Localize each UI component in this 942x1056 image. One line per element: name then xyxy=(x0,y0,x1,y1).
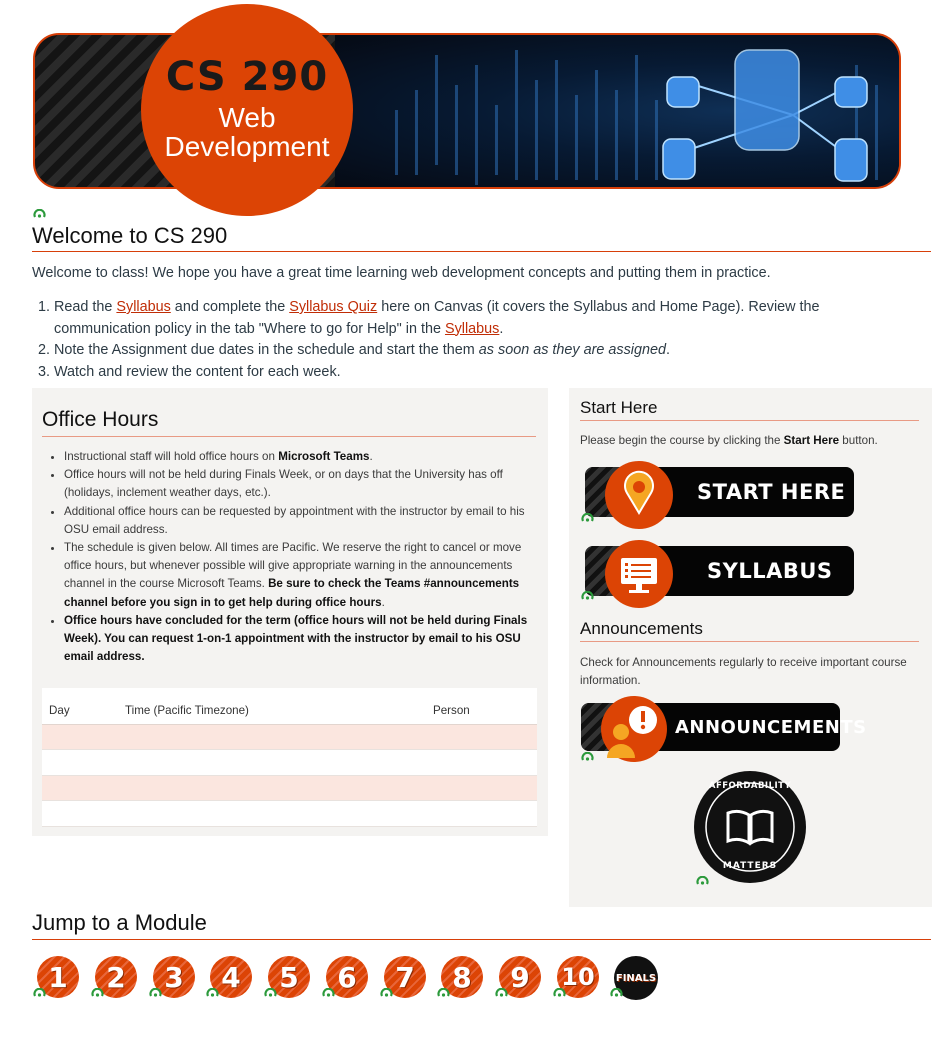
reload-icon[interactable] xyxy=(264,988,277,998)
reload-icon[interactable] xyxy=(33,209,46,219)
table-row xyxy=(42,800,537,827)
reload-icon[interactable] xyxy=(581,752,594,762)
affordability-bottom-text: MATTERS xyxy=(722,861,778,871)
reload-icon[interactable] xyxy=(696,876,709,886)
reload-icon[interactable] xyxy=(206,988,219,998)
list-item: Office hours will not be held during Fin… xyxy=(64,466,534,502)
welcome-intro: Welcome to class! We hope you have a gre… xyxy=(32,265,771,281)
syllabus-quiz-link[interactable]: Syllabus Quiz xyxy=(289,299,377,315)
start-here-heading: Start Here xyxy=(580,398,658,417)
start-here-panel: Start Here Please begin the course by cl… xyxy=(569,388,932,907)
office-hours-divider xyxy=(42,436,536,437)
step-item: 1. Read the Syllabus and complete the Sy… xyxy=(38,299,820,337)
reload-icon[interactable] xyxy=(553,988,566,998)
reload-icon[interactable] xyxy=(322,988,335,998)
map-pin-icon xyxy=(605,461,673,529)
course-badge: CS 290 Web Development xyxy=(141,4,353,216)
reload-icon[interactable] xyxy=(581,591,594,601)
reload-icon[interactable] xyxy=(91,988,104,998)
syllabus-link-2[interactable]: Syllabus xyxy=(445,321,499,337)
reload-icon[interactable] xyxy=(437,988,450,998)
reload-icon[interactable] xyxy=(149,988,162,998)
table-row xyxy=(42,749,537,776)
announcements-heading: Announcements xyxy=(580,619,703,638)
list-item: Instructional staff will hold office hou… xyxy=(64,448,534,466)
course-subtitle: Web Development xyxy=(164,102,330,162)
jump-to-module-heading: Jump to a Module xyxy=(32,910,207,935)
start-here-button[interactable]: START HERE xyxy=(585,461,854,529)
start-here-divider xyxy=(580,420,919,421)
course-code: CS 290 xyxy=(165,54,329,100)
start-here-text: Please begin the course by clicking the … xyxy=(580,434,878,447)
office-hours-panel: Office Hours Instructional staff will ho… xyxy=(32,388,548,836)
affordability-top-text: AFFORDABILITY xyxy=(708,781,792,791)
office-hours-list: Instructional staff will hold office hou… xyxy=(64,448,534,666)
heading-divider xyxy=(32,251,931,252)
step-item: 2. Note the Assignment due dates in the … xyxy=(38,342,670,358)
office-hours-table: Day Time (Pacific Timezone) Person xyxy=(42,688,537,827)
affordability-matters-badge[interactable]: AFFORDABILITY MATTERS xyxy=(694,771,806,883)
announcements-text: Check for Announcements regularly to rec… xyxy=(580,656,907,687)
step-item: 3. Watch and review the content for each… xyxy=(38,363,341,380)
column-header-person: Person xyxy=(426,688,537,725)
alert-person-icon xyxy=(601,696,667,762)
presentation-screen-icon xyxy=(605,540,673,608)
table-row xyxy=(42,775,537,801)
reload-icon[interactable] xyxy=(610,988,623,998)
syllabus-link[interactable]: Syllabus xyxy=(116,299,170,315)
reload-icon[interactable] xyxy=(581,513,594,523)
announcements-button[interactable]: ANNOUNCEMENTS xyxy=(581,696,866,762)
reload-icon[interactable] xyxy=(380,988,393,998)
list-item: Office hours have concluded for the term… xyxy=(64,612,534,667)
table-row xyxy=(42,724,537,750)
reload-icon[interactable] xyxy=(33,988,46,998)
reload-icon[interactable] xyxy=(495,988,508,998)
syllabus-button[interactable]: SYLLABUS xyxy=(585,540,854,608)
column-header-time: Time (Pacific Timezone) xyxy=(118,688,426,725)
list-item: Additional office hours can be requested… xyxy=(64,503,534,539)
column-header-day: Day xyxy=(42,688,118,725)
list-item: The schedule is given below. All times a… xyxy=(64,539,534,612)
welcome-heading: Welcome to CS 290 xyxy=(32,223,228,248)
table-header-row: Day Time (Pacific Timezone) Person xyxy=(42,688,537,725)
getting-started-steps: 1. Read the Syllabus and complete the Sy… xyxy=(32,297,902,383)
office-hours-heading: Office Hours xyxy=(42,408,159,431)
modules-divider xyxy=(32,939,931,940)
announcements-divider xyxy=(580,641,919,642)
